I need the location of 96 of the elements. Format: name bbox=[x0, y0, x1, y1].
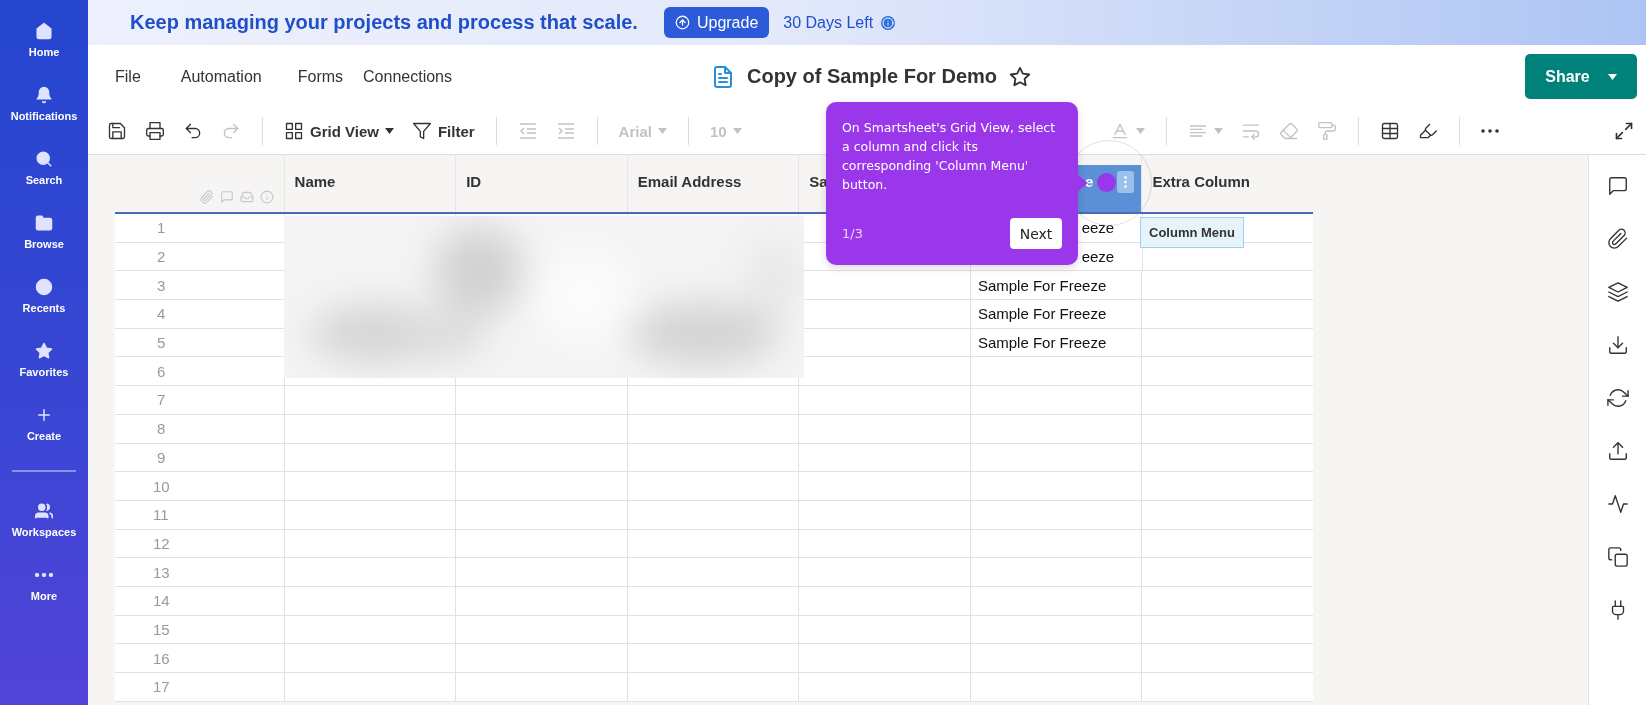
caret-icon bbox=[384, 128, 394, 134]
row-number: 12 bbox=[115, 529, 284, 559]
people-icon bbox=[35, 502, 53, 520]
paperclip-icon bbox=[199, 190, 214, 204]
caret-icon bbox=[1214, 128, 1223, 134]
folder-icon bbox=[35, 214, 53, 232]
documents-icon[interactable] bbox=[1606, 546, 1629, 568]
row-number: 2 bbox=[115, 242, 284, 272]
row-number: 8 bbox=[115, 414, 284, 444]
share-button[interactable]: Share bbox=[1525, 54, 1637, 99]
plus-icon bbox=[35, 406, 53, 424]
row-number: 4 bbox=[115, 300, 284, 329]
clock-icon bbox=[35, 278, 53, 296]
caret-icon bbox=[657, 128, 667, 134]
menu-item[interactable]: File bbox=[115, 67, 141, 86]
highlighter-icon bbox=[1418, 121, 1438, 141]
text-color-icon bbox=[1110, 121, 1130, 141]
document-icon bbox=[711, 64, 735, 89]
refresh-icon[interactable] bbox=[1606, 387, 1629, 409]
activity-icon[interactable] bbox=[1606, 493, 1629, 515]
info-icon bbox=[259, 190, 274, 204]
kebab-icon bbox=[1124, 176, 1128, 188]
grid-view-button[interactable]: Grid View bbox=[279, 115, 399, 147]
bell-icon bbox=[35, 86, 53, 104]
filter-button[interactable]: Filter bbox=[406, 115, 480, 147]
row-number: 16 bbox=[115, 644, 284, 673]
row-number: 5 bbox=[115, 328, 284, 358]
outdent-icon bbox=[517, 122, 538, 140]
next-button[interactable]: Next bbox=[1010, 218, 1062, 249]
tour-text: On Smartsheet's Grid View, select a column and click its corresponding 'Column Menu' button. bbox=[842, 119, 1057, 194]
layers-icon[interactable] bbox=[1606, 281, 1629, 303]
star-icon[interactable] bbox=[1009, 65, 1031, 88]
column-header[interactable]: Name bbox=[283, 155, 456, 212]
sidebar-item[interactable]: More bbox=[30, 566, 58, 630]
more-icon[interactable] bbox=[1481, 129, 1499, 133]
table-cell: Sample For Freeze bbox=[969, 271, 1142, 301]
sidebar-item[interactable]: Home bbox=[28, 22, 60, 86]
caret-icon bbox=[1136, 128, 1145, 134]
row-number: 13 bbox=[115, 558, 284, 587]
menu-item[interactable]: Connections bbox=[363, 67, 452, 86]
row-number: 11 bbox=[115, 500, 284, 530]
save-icon bbox=[107, 121, 127, 141]
home-icon bbox=[35, 22, 53, 40]
sidebar-item[interactable]: Workspaces bbox=[11, 502, 77, 566]
row-number: 7 bbox=[115, 386, 284, 415]
star-icon bbox=[35, 342, 53, 360]
paperclip-icon[interactable] bbox=[1606, 228, 1629, 250]
paint-roller-icon bbox=[1317, 121, 1337, 141]
step-counter: 1/3 bbox=[842, 226, 863, 241]
print-icon bbox=[145, 121, 165, 141]
document-title: Copy of Sample For Demo bbox=[747, 65, 997, 88]
row-number: 1 bbox=[115, 214, 284, 243]
arrow-up-icon bbox=[674, 15, 690, 30]
search-icon bbox=[35, 150, 53, 168]
sidebar-item[interactable]: Browse bbox=[24, 214, 64, 278]
row-number: 3 bbox=[115, 271, 284, 301]
sidebar-item[interactable]: Favorites bbox=[19, 342, 69, 406]
grid-icon bbox=[284, 121, 304, 141]
banner-message: Keep managing your projects and process that scale. bbox=[130, 11, 638, 34]
undo-icon bbox=[183, 121, 203, 141]
row-number: 9 bbox=[115, 443, 284, 473]
menu-item[interactable]: Automation bbox=[180, 67, 262, 86]
column-menu-button[interactable] bbox=[1117, 171, 1135, 193]
row-number: 17 bbox=[115, 673, 284, 702]
sidebar-item[interactable]: Create bbox=[26, 406, 62, 470]
comment-icon[interactable] bbox=[1606, 175, 1629, 197]
row-number: 15 bbox=[115, 615, 284, 645]
column-menu-tooltip: Column Menu bbox=[1140, 217, 1244, 248]
row-number: 6 bbox=[115, 357, 284, 387]
column-header[interactable]: ID bbox=[455, 155, 627, 212]
table-icon bbox=[1380, 121, 1400, 141]
sidebar-item[interactable]: Notifications bbox=[10, 86, 78, 150]
info-icon[interactable] bbox=[881, 15, 896, 30]
filter-icon bbox=[411, 121, 432, 141]
upload-icon[interactable] bbox=[1606, 440, 1629, 462]
comment-icon bbox=[219, 190, 234, 204]
row-number: 14 bbox=[115, 586, 284, 616]
table-cell: Sample For Freeze bbox=[969, 328, 1142, 358]
more-icon[interactable] bbox=[35, 573, 53, 577]
caret-icon bbox=[732, 128, 742, 134]
eraser-icon bbox=[1279, 121, 1299, 141]
sidebar-item[interactable]: Search bbox=[25, 150, 63, 214]
column-header[interactable]: Email Address bbox=[626, 155, 799, 212]
menu-item[interactable]: Forms bbox=[297, 67, 344, 86]
table-cell: Sample For Freeze bbox=[969, 300, 1142, 329]
column-header[interactable]: Extra Column bbox=[1141, 155, 1313, 212]
download-icon[interactable] bbox=[1606, 334, 1629, 356]
indent-icon bbox=[555, 122, 576, 140]
caret-icon bbox=[1607, 73, 1617, 80]
sidebar-item[interactable]: Recents bbox=[22, 278, 66, 342]
redo-icon bbox=[221, 121, 241, 141]
expand-icon[interactable] bbox=[1614, 121, 1634, 141]
trial-days-left: 30 Days Left bbox=[783, 13, 874, 32]
upgrade-button[interactable]: Upgrade bbox=[663, 7, 770, 38]
row-number: 10 bbox=[115, 472, 284, 501]
tray-icon bbox=[239, 190, 254, 204]
